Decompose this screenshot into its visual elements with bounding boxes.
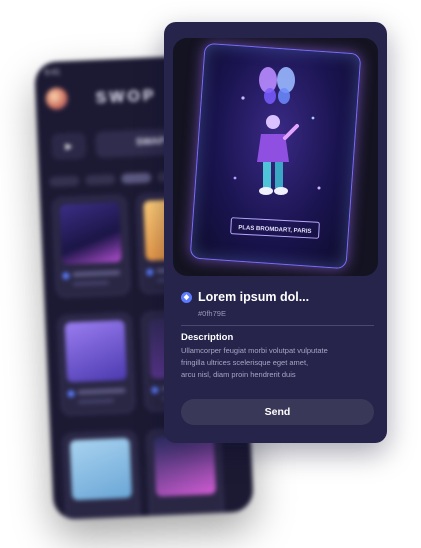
token-id: #0fh79E <box>198 309 226 318</box>
nft-thumbnail <box>153 434 217 497</box>
ethereum-icon: ◆ <box>181 291 192 303</box>
nft-grid-card[interactable] <box>52 194 131 298</box>
nft-artwork: PLAS BROMDART, PARIS <box>230 67 321 239</box>
nft-detail-card: PLAS BROMDART, PARIS ◆ Lorem ipsum dol..… <box>164 22 387 443</box>
megaphone-icon[interactable]: ▸ <box>51 132 87 160</box>
nft-grid-card[interactable] <box>62 430 141 521</box>
description-body: Ullamcorper feugiat morbi volutpat vulpu… <box>181 345 369 381</box>
nft-id-placeholder <box>72 280 109 287</box>
chain-icon <box>151 386 159 394</box>
nft-name-placeholder <box>77 387 126 395</box>
divider <box>181 325 374 326</box>
description-line: Ullamcorper feugiat morbi volutpat vulpu… <box>181 346 328 355</box>
send-button[interactable]: Send <box>181 399 374 425</box>
tab-3[interactable] <box>121 172 152 184</box>
nft-grid-card[interactable] <box>57 312 136 416</box>
nft-title-row: ◆ Lorem ipsum dol... <box>181 290 309 304</box>
tab-1[interactable] <box>49 175 80 188</box>
description-line: fringilla ultrices scelerisque eget amet… <box>181 358 309 367</box>
nft-title: Lorem ipsum dol... <box>198 290 310 304</box>
app-brand: SWOP <box>95 87 157 107</box>
butterfly-graphic <box>259 67 295 104</box>
tab-2[interactable] <box>85 174 116 186</box>
status-time: 9:41 <box>44 67 61 78</box>
nft-image: PLAS BROMDART, PARIS <box>173 38 378 276</box>
description-heading: Description <box>181 332 234 343</box>
nft-id-placeholder <box>77 398 115 404</box>
description-line: arcu nisl, diam proin hendrerit duis <box>181 370 296 379</box>
character-figure <box>257 115 299 195</box>
avatar[interactable] <box>45 87 69 111</box>
chain-icon <box>146 268 154 276</box>
nft-thumbnail <box>59 201 122 265</box>
art-caption: PLAS BROMDART, PARIS <box>238 225 311 235</box>
nft-name-placeholder <box>72 270 121 278</box>
nft-thumbnail <box>64 319 128 383</box>
chain-icon <box>67 390 75 398</box>
chain-icon <box>62 272 70 280</box>
nft-thumbnail <box>69 437 133 501</box>
